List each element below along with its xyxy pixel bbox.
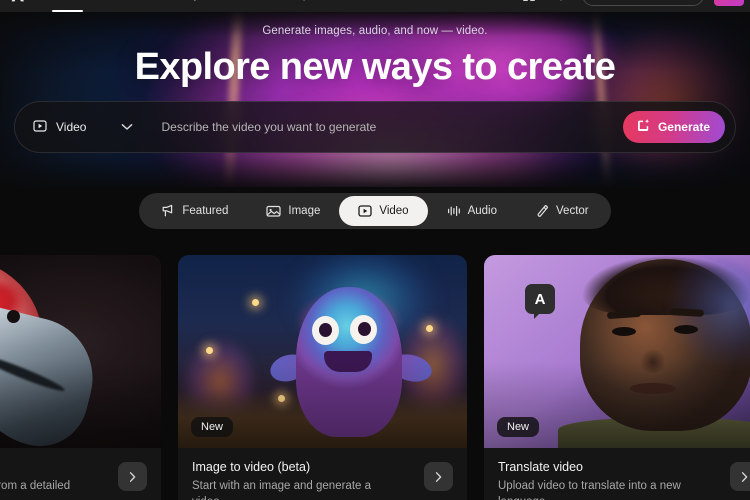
generate-button-label: Generate — [657, 120, 710, 134]
hero-subtitle: Generate images, audio, and now — video. — [262, 25, 488, 37]
card-translate-video[interactable]: A New Translate video Upload video to tr… — [484, 255, 750, 500]
prompt-bar: Video Describe the video you want to gen… — [14, 101, 736, 153]
generation-type-label: Video — [56, 120, 87, 134]
nav-link-files[interactable]: Files — [97, 0, 149, 12]
translate-language-letter: A — [534, 290, 546, 308]
hero-banner: Generate images, audio, and now — video.… — [0, 12, 750, 187]
prompt-input[interactable]: Describe the video you want to generate — [143, 101, 622, 153]
card-body: Text to video (beta) Generate video clip… — [0, 448, 161, 500]
tab-label: Image — [288, 205, 321, 217]
tab-label: Featured — [182, 205, 229, 217]
nav-link-label: About — [227, 0, 257, 1]
translate-language-icon: A — [525, 284, 555, 319]
tab-audio[interactable]: Audio — [428, 196, 516, 226]
card-body: Image to video (beta) Start with an imag… — [178, 448, 467, 500]
top-navigation-bar: Home Files Gallery About Help Join the D… — [0, 0, 750, 12]
app-root: Home Files Gallery About Help Join the D… — [0, 0, 750, 500]
category-tabbar-wrapper: Featured Image Video Audio Vector — [0, 193, 750, 229]
pen-nib-icon — [535, 204, 549, 218]
tab-label: Vector — [556, 205, 589, 217]
card-body: Translate video Upload video to translat… — [484, 448, 750, 500]
generate-button[interactable]: Generate — [622, 111, 725, 143]
tab-video[interactable]: Video — [339, 196, 428, 226]
brand-logo[interactable] — [6, 0, 30, 5]
bell-icon[interactable] — [550, 0, 572, 6]
nav-link-home[interactable]: Home — [38, 0, 97, 12]
nav-links: Home Files Gallery About Help — [38, 0, 323, 12]
tab-image[interactable]: Image — [247, 196, 339, 226]
card-media: A New — [484, 255, 750, 448]
card-media — [0, 255, 161, 448]
generation-type-select[interactable]: Video — [15, 101, 143, 153]
card-carousel: Text to video (beta) Generate video clip… — [0, 255, 750, 500]
nav-link-label: Home — [52, 0, 83, 1]
avatar-initial: A — [725, 0, 732, 1]
nav-link-gallery[interactable]: Gallery — [149, 0, 213, 12]
sparkle-generate-icon — [636, 118, 651, 136]
nav-link-label: Help — [285, 0, 309, 1]
video-icon — [33, 119, 47, 136]
tab-featured[interactable]: Featured — [142, 196, 247, 226]
tab-label: Audio — [467, 205, 498, 217]
page-title: Explore new ways to create — [134, 46, 616, 88]
status-badge: New — [191, 417, 234, 437]
card-media: New — [178, 255, 467, 448]
join-discord-label: Join the Discord — [613, 0, 692, 1]
tab-label: Video — [379, 205, 409, 217]
card-title: Translate video — [498, 460, 583, 474]
nav-link-label: Gallery — [163, 0, 199, 1]
avatar[interactable]: A — [714, 0, 744, 6]
card-text-to-video[interactable]: Text to video (beta) Generate video clip… — [0, 255, 161, 500]
nav-link-label: Files — [111, 0, 135, 1]
nav-link-about[interactable]: About — [213, 0, 271, 12]
category-tabbar: Featured Image Video Audio Vector — [139, 193, 611, 229]
card-description: Generate video clips from a detailed des… — [0, 480, 71, 492]
grid-icon[interactable] — [518, 0, 540, 6]
video-icon — [358, 204, 373, 218]
chevron-down-icon — [121, 123, 133, 131]
discord-icon — [594, 0, 607, 2]
hero-background-art — [0, 12, 750, 187]
card-image-to-video[interactable]: New Image to video (beta) Start with an … — [178, 255, 467, 500]
nav-link-help[interactable]: Help — [271, 0, 323, 12]
image-icon — [266, 204, 282, 218]
megaphone-icon — [161, 204, 175, 218]
chevron-right-icon[interactable] — [424, 462, 453, 491]
join-discord-button[interactable]: Join the Discord — [582, 0, 704, 6]
status-badge: New — [497, 417, 540, 437]
chevron-right-icon[interactable] — [730, 462, 750, 491]
nav-right-actions: Join the Discord A — [518, 0, 750, 12]
card-title: Image to video (beta) — [192, 460, 311, 474]
card-description: Upload video to translate into a new lan… — [498, 480, 681, 500]
card-description: Start with an image and generate a video — [192, 480, 372, 500]
waveform-icon — [447, 204, 461, 218]
chevron-right-icon[interactable] — [118, 462, 147, 491]
tab-vector[interactable]: Vector — [516, 196, 608, 226]
